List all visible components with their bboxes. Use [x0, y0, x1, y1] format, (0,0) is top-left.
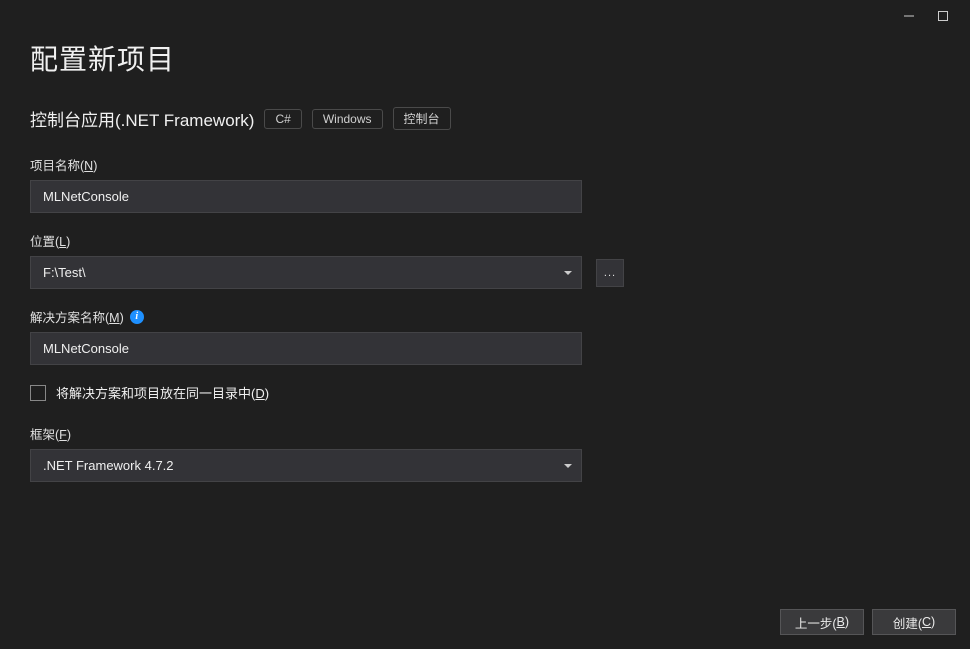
framework-group: 框架(F): [30, 424, 940, 482]
location-label: 位置(L): [30, 231, 940, 250]
subtitle-row: 控制台应用(.NET Framework) C# Windows 控制台: [30, 106, 940, 131]
solution-name-label: 解决方案名称(M) i: [30, 307, 940, 326]
project-name-input[interactable]: [30, 180, 582, 213]
browse-button[interactable]: ...: [596, 259, 624, 287]
solution-name-input[interactable]: [30, 332, 582, 365]
minimize-button[interactable]: [892, 6, 926, 26]
location-group: 位置(L) ...: [30, 231, 940, 289]
project-name-label: 项目名称(N): [30, 155, 940, 174]
back-button[interactable]: 上一步(B): [780, 609, 864, 635]
solution-name-group: 解决方案名称(M) i: [30, 307, 940, 365]
framework-label: 框架(F): [30, 424, 940, 443]
same-directory-row[interactable]: 将解决方案和项目放在同一目录中(D): [30, 383, 940, 402]
template-name: 控制台应用(.NET Framework): [30, 106, 254, 131]
framework-select[interactable]: [30, 449, 582, 482]
same-directory-checkbox[interactable]: [30, 385, 46, 401]
project-name-group: 项目名称(N): [30, 155, 940, 213]
location-input[interactable]: [30, 256, 582, 289]
tag-language: C#: [264, 109, 301, 129]
dialog-footer: 上一步(B) 创建(C): [780, 609, 956, 635]
window-titlebar: [0, 0, 970, 30]
tag-platform: Windows: [312, 109, 383, 129]
same-directory-label: 将解决方案和项目放在同一目录中(D): [56, 383, 269, 402]
tag-type: 控制台: [393, 107, 451, 130]
dialog-content: 配置新项目 控制台应用(.NET Framework) C# Windows 控…: [0, 30, 970, 482]
create-button[interactable]: 创建(C): [872, 609, 956, 635]
page-title: 配置新项目: [30, 38, 940, 78]
maximize-button[interactable]: [926, 6, 960, 26]
info-icon[interactable]: i: [130, 310, 144, 324]
